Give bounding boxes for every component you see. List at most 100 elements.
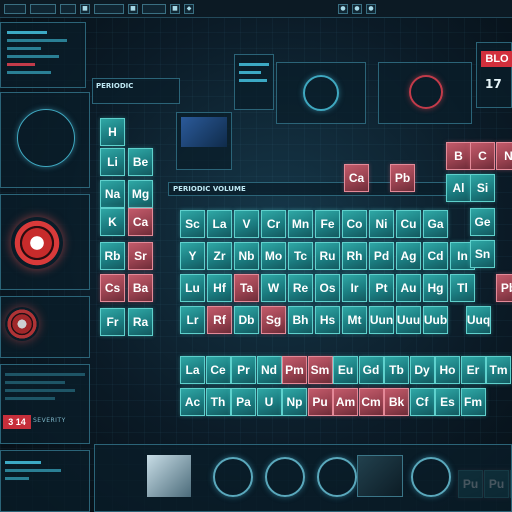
bottom-gear-4[interactable]: [411, 457, 451, 497]
toolbar-button-1[interactable]: [4, 3, 26, 14]
bottom-thumbnail-1[interactable]: [147, 455, 191, 497]
toolbar-square-icon-3[interactable]: ■: [170, 3, 180, 14]
toolbar-button-2[interactable]: [30, 3, 56, 14]
element-tile-k[interactable]: K: [100, 208, 125, 236]
element-tile-ba[interactable]: Ba: [128, 274, 153, 302]
element-tile-ag[interactable]: Ag: [396, 242, 421, 270]
element-tile-hs[interactable]: Hs: [315, 306, 340, 334]
element-tile-uub[interactable]: Uub: [423, 306, 448, 334]
element-tile-tl[interactable]: Tl: [450, 274, 475, 302]
element-tile-mt[interactable]: Mt: [342, 306, 367, 334]
toolbar-dot-icon-3[interactable]: ●: [366, 3, 376, 14]
element-tile-ni[interactable]: Ni: [369, 210, 394, 238]
element-tile-fr[interactable]: Fr: [100, 308, 125, 336]
element-tile-re[interactable]: Re: [288, 274, 313, 302]
toolbar-diamond-icon[interactable]: ◆: [184, 3, 194, 14]
element-tile-co[interactable]: Co: [342, 210, 367, 238]
element-tile-ru[interactable]: Ru: [315, 242, 340, 270]
element-tile-gd[interactable]: Gd: [358, 356, 384, 384]
element-tile-zr[interactable]: Zr: [207, 242, 232, 270]
bottom-thumbnail-2[interactable]: [357, 455, 403, 497]
element-tile-bh[interactable]: Bh: [288, 306, 313, 334]
element-tile-v[interactable]: V: [234, 210, 259, 238]
element-tile-mo[interactable]: Mo: [261, 242, 286, 270]
element-tile-cr[interactable]: Cr: [261, 210, 286, 238]
element-tile-ir[interactable]: Ir: [342, 274, 367, 302]
element-tile-la[interactable]: La: [207, 210, 232, 238]
element-tile-sr[interactable]: Sr: [128, 242, 153, 270]
element-tile-c[interactable]: C: [470, 142, 495, 170]
element-tile-pm[interactable]: Pm: [282, 356, 307, 384]
element-tile-cu[interactable]: Cu: [396, 210, 421, 238]
element-tile-dy[interactable]: Dy: [409, 356, 435, 384]
element-tile-cm[interactable]: Cm: [358, 388, 384, 416]
element-tile-pb[interactable]: Pb: [496, 274, 512, 302]
toolbar-button-5[interactable]: [142, 3, 166, 14]
element-tile-ca[interactable]: Ca: [344, 164, 369, 192]
element-tile-os[interactable]: Os: [315, 274, 340, 302]
element-tile-sn[interactable]: Sn: [470, 240, 495, 268]
toolbar-square-icon-2[interactable]: ■: [128, 3, 138, 14]
element-tile-pu[interactable]: Pu: [307, 388, 333, 416]
element-tile-tm[interactable]: Tm: [486, 356, 511, 384]
element-tile-au[interactable]: Au: [396, 274, 421, 302]
element-tile-nb[interactable]: Nb: [234, 242, 259, 270]
element-tile-ac[interactable]: Ac: [180, 388, 205, 416]
element-tile-rb[interactable]: Rb: [100, 242, 125, 270]
element-tile-am[interactable]: Am: [333, 388, 358, 416]
element-tile-pb[interactable]: Pb: [390, 164, 415, 192]
element-tile-lu[interactable]: Lu: [180, 274, 205, 302]
element-tile-db[interactable]: Db: [234, 306, 259, 334]
bottom-gear-3[interactable]: [317, 457, 357, 497]
element-tile-hg[interactable]: Hg: [423, 274, 448, 302]
element-tile-b[interactable]: B: [446, 142, 471, 170]
element-tile-rh[interactable]: Rh: [342, 242, 367, 270]
element-tile-al[interactable]: Al: [446, 174, 471, 202]
element-tile-ho[interactable]: Ho: [435, 356, 460, 384]
element-tile-nd[interactable]: Nd: [256, 356, 282, 384]
toolbar-button-4[interactable]: [94, 3, 124, 14]
element-tile-er[interactable]: Er: [460, 356, 486, 384]
element-tile-ca[interactable]: Ca: [128, 208, 153, 236]
element-tile-eu[interactable]: Eu: [333, 356, 358, 384]
toolbar-square-icon[interactable]: ■: [80, 3, 90, 14]
element-tile-cs[interactable]: Cs: [100, 274, 125, 302]
element-tile-pt[interactable]: Pt: [369, 274, 394, 302]
element-tile-y[interactable]: Y: [180, 242, 205, 270]
element-tile-th[interactable]: Th: [205, 388, 231, 416]
element-tile-pd[interactable]: Pd: [369, 242, 394, 270]
element-tile-cd[interactable]: Cd: [423, 242, 448, 270]
element-tile-np[interactable]: Np: [282, 388, 307, 416]
element-tile-tc[interactable]: Tc: [288, 242, 313, 270]
toolbar-dot-icon-2[interactable]: ●: [352, 3, 362, 14]
toolbar-button-3[interactable]: [60, 3, 76, 14]
element-tile-si[interactable]: Si: [470, 174, 495, 202]
bottom-gear-1[interactable]: [213, 457, 253, 497]
toolbar-dot-icon-1[interactable]: ●: [338, 3, 348, 14]
element-tile-mg[interactable]: Mg: [128, 180, 153, 208]
bottom-gear-2[interactable]: [265, 457, 305, 497]
element-tile-sc[interactable]: Sc: [180, 210, 205, 238]
element-tile-cf[interactable]: Cf: [409, 388, 435, 416]
element-tile-la[interactable]: La: [180, 356, 205, 384]
element-tile-bk[interactable]: Bk: [384, 388, 409, 416]
element-tile-ra[interactable]: Ra: [128, 308, 153, 336]
element-tile-uun[interactable]: Uun: [369, 306, 394, 334]
element-tile-pa[interactable]: Pa: [231, 388, 256, 416]
element-tile-es[interactable]: Es: [435, 388, 460, 416]
element-tile-hf[interactable]: Hf: [207, 274, 232, 302]
element-tile-uuu[interactable]: Uuu: [396, 306, 421, 334]
element-tile-rf[interactable]: Rf: [207, 306, 232, 334]
element-tile-ge[interactable]: Ge: [470, 208, 495, 236]
element-tile-na[interactable]: Na: [100, 180, 125, 208]
element-tile-ga[interactable]: Ga: [423, 210, 448, 238]
element-tile-ce[interactable]: Ce: [205, 356, 231, 384]
element-tile-tb[interactable]: Tb: [384, 356, 409, 384]
element-tile-pr[interactable]: Pr: [231, 356, 256, 384]
element-tile-ta[interactable]: Ta: [234, 274, 259, 302]
element-tile-fm[interactable]: Fm: [460, 388, 486, 416]
element-tile-h[interactable]: H: [100, 118, 125, 146]
element-tile-sg[interactable]: Sg: [261, 306, 286, 334]
element-tile-u[interactable]: U: [256, 388, 282, 416]
element-tile-li[interactable]: Li: [100, 148, 125, 176]
